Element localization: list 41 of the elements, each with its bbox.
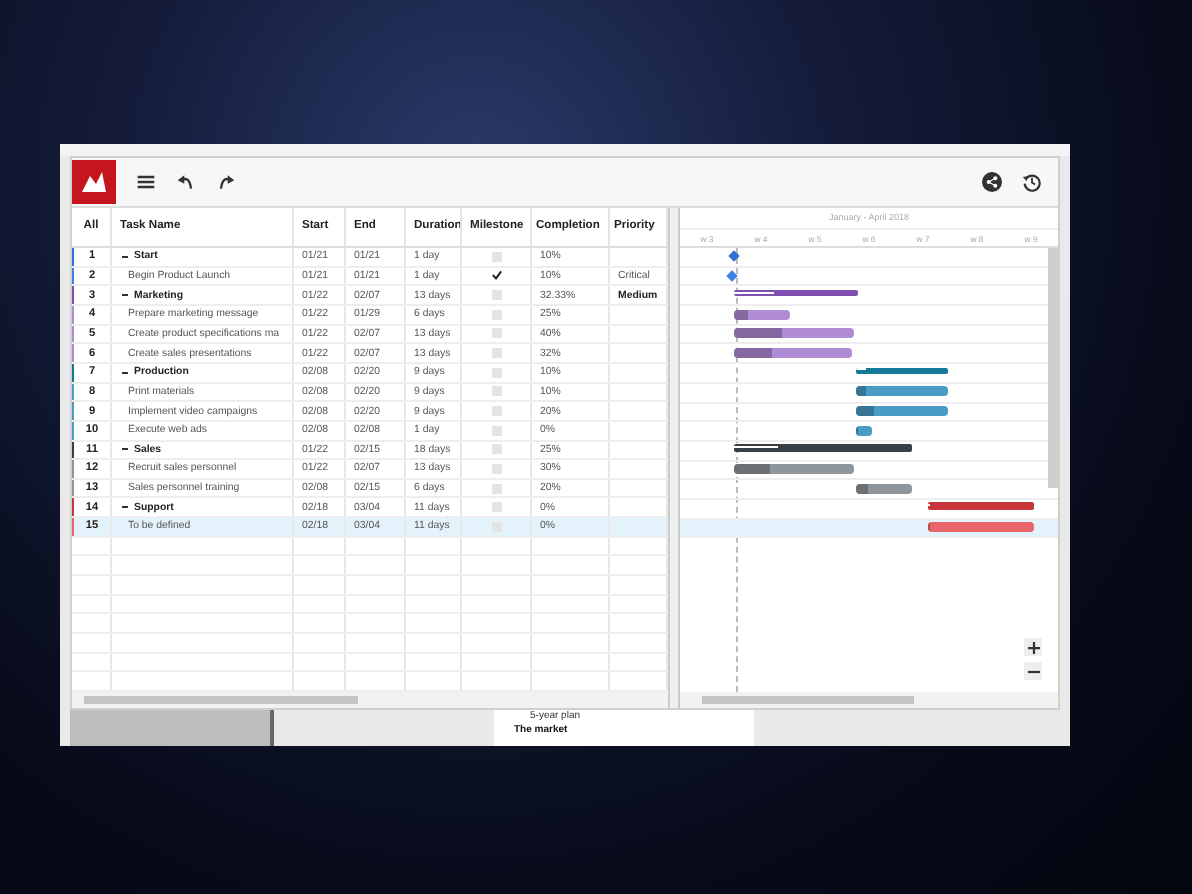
milestone-marker[interactable]	[726, 269, 738, 282]
menu-icon[interactable]	[136, 172, 156, 192]
milestone-checkbox[interactable]	[491, 270, 501, 281]
history-icon[interactable]	[1022, 172, 1042, 192]
task-bar[interactable]	[856, 425, 872, 436]
milestone-checkbox[interactable]	[491, 328, 501, 339]
zoom-in-button[interactable]	[1024, 638, 1042, 657]
minus-icon	[1027, 665, 1039, 678]
milestone-checkbox[interactable]	[491, 406, 501, 417]
plus-icon	[1027, 641, 1039, 654]
task-bar[interactable]	[856, 483, 912, 494]
logo-icon[interactable]	[72, 160, 116, 204]
share-icon[interactable]	[982, 172, 1002, 192]
horizontal-scrollbar[interactable]	[680, 692, 1058, 708]
task-bar[interactable]	[856, 386, 948, 397]
undo-icon[interactable]	[176, 172, 196, 192]
vertical-scrollbar[interactable]	[1048, 248, 1058, 488]
summary-bar[interactable]	[856, 367, 948, 375]
milestone-checkbox[interactable]	[491, 367, 501, 378]
milestone-checkbox[interactable]	[491, 463, 501, 474]
milestone-checkbox[interactable]	[491, 502, 501, 513]
task-bar[interactable]	[734, 464, 854, 475]
milestone-checkbox[interactable]	[491, 483, 501, 494]
milestone-checkbox[interactable]	[491, 309, 501, 320]
milestone-checkbox[interactable]	[491, 386, 501, 397]
summary-bar[interactable]	[734, 289, 858, 297]
milestone-checkbox[interactable]	[491, 425, 501, 436]
summary-bar[interactable]	[734, 444, 912, 452]
zoom-out-button[interactable]	[1024, 662, 1042, 681]
task-bar[interactable]	[928, 522, 1034, 533]
milestone-checkbox[interactable]	[491, 251, 501, 262]
milestone-checkbox[interactable]	[491, 290, 501, 301]
check-icon	[491, 270, 501, 281]
task-bar[interactable]	[734, 347, 852, 358]
milestone-checkbox[interactable]	[491, 348, 501, 359]
horizontal-scrollbar[interactable]	[72, 692, 668, 708]
task-bar[interactable]	[734, 328, 854, 339]
redo-icon[interactable]	[216, 172, 236, 192]
milestone-checkbox[interactable]	[491, 444, 501, 455]
milestone-marker[interactable]	[728, 250, 740, 262]
task-bar[interactable]	[734, 309, 790, 320]
